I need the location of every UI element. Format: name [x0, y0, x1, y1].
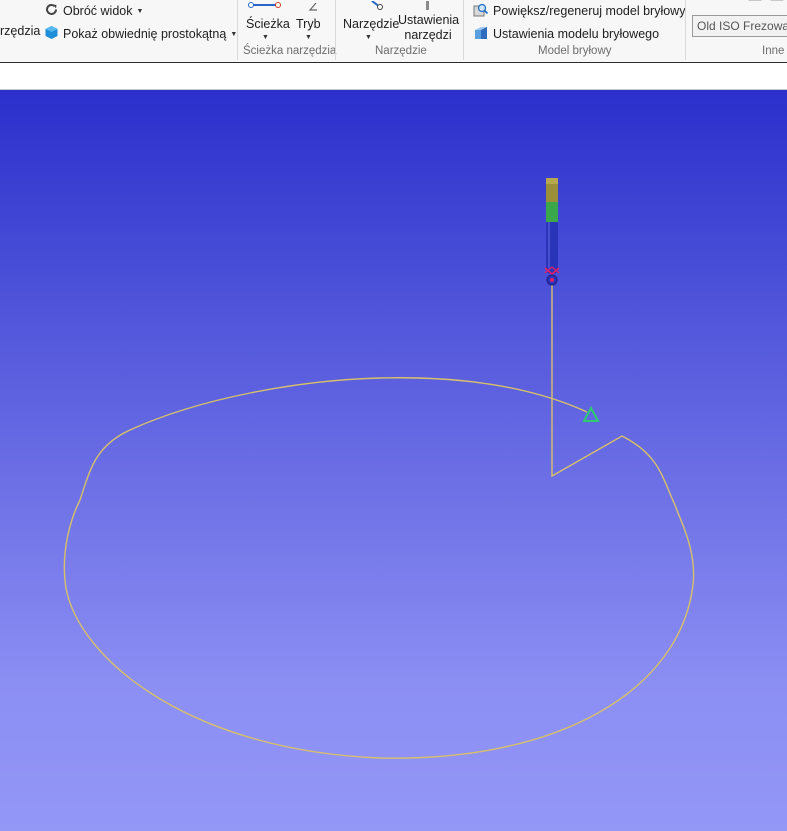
toolpath-label: Ścieżka [246, 17, 290, 31]
tool-settings-icon [424, 0, 432, 14]
tool-group-label: Narzędzie [375, 45, 427, 57]
toolpath-icon [248, 0, 282, 14]
ribbon-bottom-strip [0, 62, 787, 90]
solid-settings-icon [473, 25, 489, 43]
toolpath-contour [63, 278, 695, 759]
start-point-marker [582, 405, 600, 422]
rotate-view-label: Obróć widok [63, 4, 133, 18]
solid-settings-button[interactable]: Ustawienia modelu bryłowego [473, 25, 659, 43]
small-toolbar-icons [699, 0, 787, 8]
ribbon: rzędzia Obróć widok ▼ Pokaż obwiednię pr… [0, 0, 787, 62]
chevron-down-icon: ▼ [136, 7, 144, 15]
chevron-down-icon: ▼ [305, 34, 312, 41]
chevron-down-icon: ▼ [365, 34, 372, 41]
other-group-label: Inne [762, 45, 785, 57]
ribbon-separator [335, 0, 336, 60]
zoom-regen-solid-button[interactable]: Powiększ/regeneruj model bryłowy [473, 2, 685, 20]
mode-icon [306, 0, 318, 14]
tool-settings-label-line1: Ustawienia [398, 13, 460, 27]
ribbon-separator [237, 0, 238, 60]
chevron-down-icon: ▼ [262, 34, 269, 41]
solid-group-label: Model bryłowy [538, 45, 612, 57]
tool-settings-label-line2: narzędzi [404, 28, 452, 42]
partial-ribbon-label[interactable]: rzędzia [0, 24, 40, 38]
mode-label: Tryb [296, 17, 321, 31]
cutting-tool [546, 178, 558, 286]
zoom-regen-solid-label: Powiększ/regeneruj model bryłowy [493, 4, 686, 18]
ribbon-separator [685, 0, 686, 60]
3d-viewport[interactable] [0, 90, 787, 831]
solid-settings-label: Ustawienia modelu bryłowego [493, 27, 660, 41]
post-processor-combo-value: Old ISO Frezowanie [697, 19, 787, 33]
solid-zoom-icon [473, 2, 489, 20]
rotate-icon [44, 2, 59, 20]
post-processor-combo[interactable]: Old ISO Frezowanie [692, 15, 787, 37]
ribbon-separator [463, 0, 464, 60]
show-bbox-label: Pokaż obwiednię prostokątną [63, 27, 227, 41]
tool-icon [369, 0, 385, 14]
toolpath-group-label: Ścieżka narzędzia [243, 45, 337, 57]
show-bbox-button[interactable]: Pokaż obwiednię prostokątną ▼ [44, 25, 237, 43]
tool-label: Narzędzie [343, 17, 400, 31]
rotate-view-button[interactable]: Obróć widok ▼ [44, 2, 143, 20]
cube-icon [44, 25, 59, 43]
viewport-scene [63, 178, 695, 759]
